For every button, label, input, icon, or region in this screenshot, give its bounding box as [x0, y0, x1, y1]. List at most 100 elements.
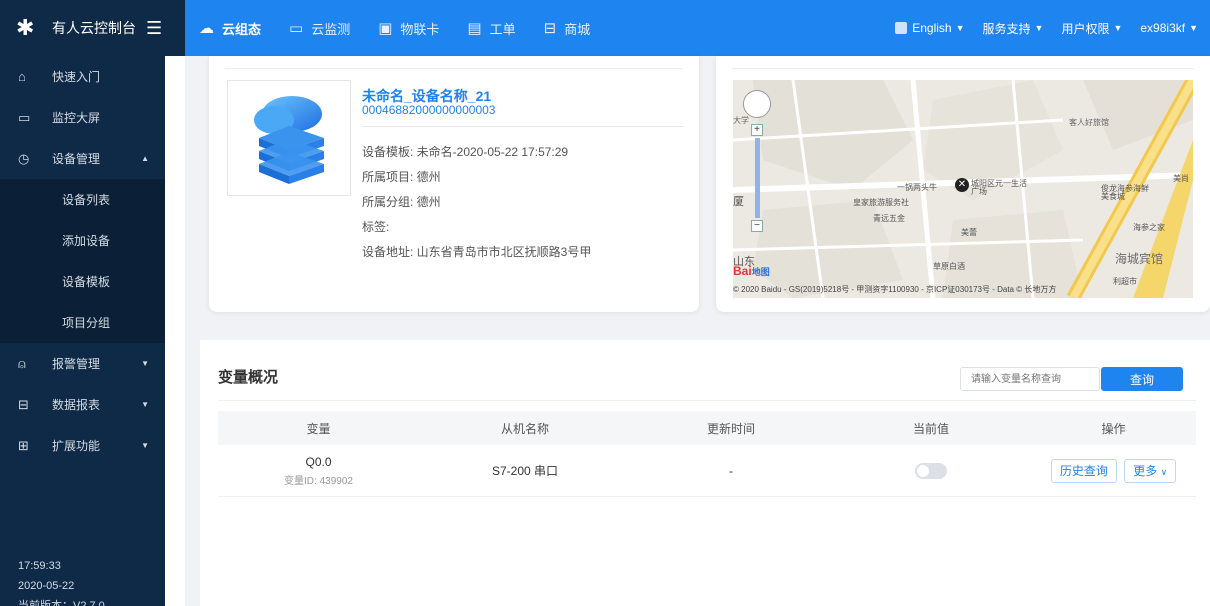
home-icon: ⌂	[18, 69, 26, 84]
sidebar-item-alarm[interactable]: ⍝ 报警管理 ▼	[0, 343, 165, 384]
sidebar-item-label: 数据报表	[52, 398, 101, 412]
map-label: 皇家旅游服务社	[853, 198, 909, 207]
sidebar-item-device-management[interactable]: ◷ 设备管理 ▲	[0, 138, 165, 179]
history-query-button[interactable]: 历史查询	[1050, 458, 1117, 483]
sidebar-item-quickstart[interactable]: ⌂ 快速入门	[0, 56, 165, 97]
update-time: -	[729, 463, 733, 478]
device-id: 00046882000000000003	[362, 103, 496, 117]
cloud-stack-icon	[254, 96, 324, 184]
support-label: 服务支持	[982, 21, 1031, 36]
map-label: 美尚	[1173, 174, 1189, 183]
caret-down-icon: ▼	[955, 23, 965, 33]
device-address: 设备地址: 山东省青岛市市北区抚顺路3号甲	[362, 245, 592, 259]
tab-label: 商城	[564, 21, 591, 37]
device-tags: 标签:	[362, 220, 390, 234]
map-pan-control[interactable]	[743, 90, 771, 118]
map-label: 海城宾馆	[1115, 252, 1164, 266]
sidebar-subitem-project-group[interactable]: 项目分组	[0, 302, 165, 343]
baidu-map-text: 地图	[751, 267, 770, 277]
caret-up-icon: ▲	[141, 154, 149, 163]
divider	[732, 68, 1194, 69]
sidebar-item-reports[interactable]: ⊟ 数据报表 ▼	[0, 384, 165, 425]
brand-title: 有人云控制台	[52, 20, 136, 36]
device-group: 所属分组: 德州	[362, 195, 441, 209]
user-dropdown[interactable]: ex98i3kf ▼	[1140, 21, 1198, 35]
device-info-card: 未命名_设备名称_21 00046882000000000003 设备模板: 未…	[209, 56, 699, 312]
sidebar-item-label: 报警管理	[52, 357, 101, 371]
tab-ticket[interactable]: ▤ 工单	[453, 0, 529, 56]
caret-down-icon: ▼	[141, 400, 149, 409]
column-header: 更新时间	[706, 421, 755, 436]
content-edge	[165, 56, 185, 606]
map-label: 城阳区元一生活广场	[971, 179, 1027, 196]
language-label: English	[912, 21, 952, 35]
sidebar-item-label: 扩展功能	[52, 439, 101, 453]
value-toggle[interactable]	[915, 462, 947, 479]
map-label: 俊龙海参海鲜美食城	[1101, 184, 1149, 201]
search-button[interactable]: 查询	[1101, 367, 1183, 391]
location-marker-icon[interactable]: ✕	[955, 178, 969, 192]
bell-icon: ⍝	[18, 355, 26, 371]
column-header: 操作	[1101, 421, 1126, 436]
sidebar-subitem-device-template[interactable]: 设备模板	[0, 261, 165, 302]
hamburger-menu-icon[interactable]: ☰	[146, 18, 162, 39]
actions-cell: 历史查询 更多 ∨	[1031, 458, 1196, 483]
clock-time: 17:59:33	[18, 560, 61, 572]
divider	[362, 126, 683, 127]
divider	[225, 68, 683, 69]
caret-down-icon: ▼	[141, 359, 149, 368]
map-label: 客人好旅馆	[1069, 118, 1109, 127]
map-copyright: © 2020 Baidu - GS(2019)5218号 - 甲测资字11009…	[733, 285, 1057, 294]
map-label: 草原白酒	[933, 262, 965, 271]
map-label: 青远五金	[873, 214, 905, 223]
current-value-cell	[831, 462, 1031, 479]
monitor-icon: ▭	[289, 20, 304, 37]
map-zoom-in-button[interactable]: +	[751, 124, 763, 136]
slave-name: S7-200 串口	[491, 464, 559, 478]
map-zoom-slider[interactable]	[755, 138, 760, 218]
variable-search-input[interactable]	[960, 367, 1100, 391]
sidebar-item-label: 监控大屏	[52, 111, 101, 125]
tab-label: 物联卡	[400, 21, 440, 37]
tab-cloud-config[interactable]: ☁ 云组态	[185, 0, 275, 56]
sidebar-item-extensions[interactable]: ⊞ 扩展功能 ▼	[0, 425, 165, 466]
tab-store[interactable]: ⊟ 商城	[530, 0, 605, 56]
sidebar-item-label: 快速入门	[52, 70, 101, 84]
variable-cell: Q0.0 变量ID: 439902	[218, 455, 419, 487]
permissions-dropdown[interactable]: 用户权限 ▼	[1061, 20, 1122, 37]
sidebar-item-dashboard[interactable]: ▭ 监控大屏	[0, 97, 165, 138]
brand: ✱ 有人云控制台 ☰	[0, 0, 185, 56]
device-map[interactable]: + − 大学 客人好旅馆 一锅两头牛 ✕ 城阳区元一生活广场 俊龙海参海鲜美食城…	[733, 80, 1193, 298]
grid-icon: ⊞	[18, 437, 29, 453]
top-bar: ✱ 有人云控制台 ☰ ☁ 云组态 ▭ 云监测 ▣ 物联卡 ▤ 工单 ⊟ 商城 E…	[0, 0, 1210, 56]
caret-down-icon: ▼	[1189, 23, 1198, 33]
tab-label: 云组态	[222, 21, 262, 37]
user-label: ex98i3kf	[1140, 21, 1186, 35]
chevron-down-icon: ∨	[1160, 466, 1168, 477]
caret-down-icon: ▼	[1113, 23, 1123, 33]
clock-icon: ◷	[18, 150, 30, 166]
map-card: + − 大学 客人好旅馆 一锅两头牛 ✕ 城阳区元一生活广场 俊龙海参海鲜美食城…	[716, 56, 1210, 312]
tab-iot-card[interactable]: ▣ 物联卡	[364, 0, 453, 56]
clock-date: 2020-05-22	[18, 580, 75, 592]
map-zoom-out-button[interactable]: −	[751, 220, 763, 232]
report-icon: ⊟	[18, 396, 29, 412]
sidebar-subitem-add-device[interactable]: 添加设备	[0, 220, 165, 261]
tab-cloud-monitor[interactable]: ▭ 云监测	[275, 0, 364, 56]
column-header: 当前值	[912, 421, 949, 436]
variables-card: 变量概况 查询 变量 从机名称 更新时间 当前值 操作 Q0.0 变量ID: 4…	[200, 340, 1210, 606]
store-icon: ⊟	[543, 20, 557, 37]
more-dropdown-button[interactable]: 更多 ∨	[1124, 458, 1177, 483]
map-label: 一锅两头牛	[897, 183, 937, 192]
baidu-logo: Bai地图	[733, 264, 770, 278]
device-template: 设备模板: 未命名-2020-05-22 17:57:29	[362, 145, 569, 159]
table-row: Q0.0 变量ID: 439902 S7-200 串口 - 历史查询 更多 ∨	[218, 445, 1196, 497]
support-dropdown[interactable]: 服务支持 ▼	[983, 20, 1044, 37]
language-dropdown[interactable]: English ▼	[895, 21, 965, 35]
more-label: 更多	[1133, 463, 1158, 478]
sidebar-footer: 17:59:33 2020-05-22 当前版本：V2.7.0	[18, 556, 105, 606]
tab-label: 云监测	[311, 21, 351, 37]
sidebar-subitem-device-list[interactable]: 设备列表	[0, 179, 165, 220]
sidebar-item-label: 设备管理	[52, 152, 101, 166]
top-right-menu: English ▼ 服务支持 ▼ 用户权限 ▼ ex98i3kf ▼	[877, 20, 1210, 37]
